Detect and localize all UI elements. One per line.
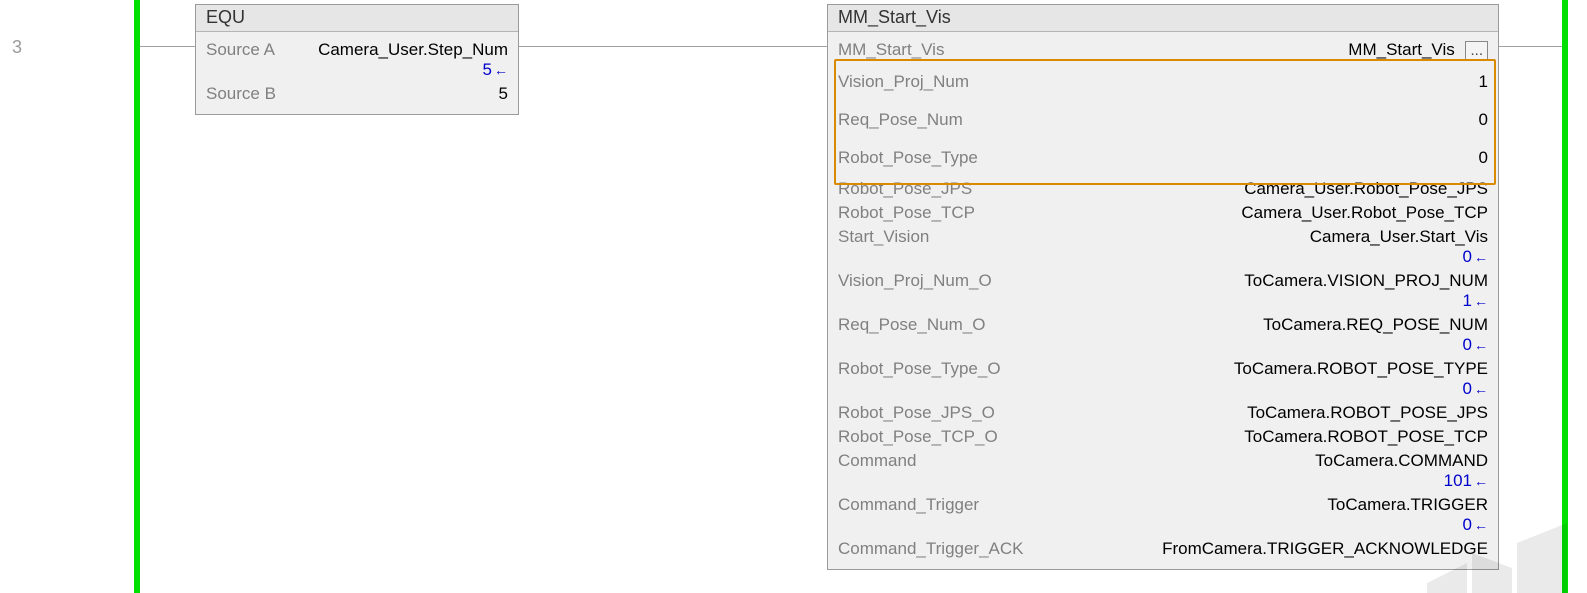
param-label: Req_Pose_Num_O <box>838 315 985 335</box>
equ-row-source-a[interactable]: Source A Camera_User.Step_Num <box>206 38 508 62</box>
mmsv-row[interactable]: Robot_Pose_Type 0 <box>838 139 1488 177</box>
param-value: Camera_User.Start_Vis <box>1310 227 1488 247</box>
param-label: Vision_Proj_Num <box>838 72 969 92</box>
arrow-left-icon: ← <box>1474 517 1488 533</box>
param-value: ToCamera.COMMAND <box>1315 451 1488 471</box>
mmsv-row[interactable]: Robot_Pose_JPS Camera_User.Robot_Pose_JPS <box>838 177 1488 201</box>
equ-block-body: Source A Camera_User.Step_Num 5 ← Source… <box>196 32 518 114</box>
param-label: Robot_Pose_JPS_O <box>838 403 995 423</box>
equ-instruction-block[interactable]: EQU Source A Camera_User.Step_Num 5 ← So… <box>195 4 519 115</box>
more-button[interactable]: ... <box>1465 41 1488 61</box>
arrow-left-icon: ← <box>1474 249 1488 265</box>
rung-wire <box>140 46 195 47</box>
param-label: MM_Start_Vis <box>838 40 944 60</box>
live-value: 0 <box>1463 515 1472 535</box>
live-value-row: 0← <box>838 379 1488 399</box>
param-value: 0 <box>1479 148 1488 168</box>
mmsv-row[interactable]: Start_Vision Camera_User.Start_Vis <box>838 225 1488 249</box>
mmsv-block-title: MM_Start_Vis <box>828 5 1498 32</box>
param-label: Robot_Pose_Type_O <box>838 359 1001 379</box>
equ-block-title: EQU <box>196 5 518 32</box>
equ-source-a-live: 5 ← <box>206 60 508 80</box>
param-value: ToCamera.VISION_PROJ_NUM <box>1244 271 1488 291</box>
param-value: ToCamera.TRIGGER <box>1327 495 1488 515</box>
arrow-left-icon: ← <box>1474 381 1488 397</box>
live-value: 0 <box>1463 247 1472 267</box>
param-value: Camera_User.Robot_Pose_JPS <box>1244 179 1488 199</box>
param-label: Start_Vision <box>838 227 929 247</box>
mmsv-row[interactable]: Command_Trigger_ACK FromCamera.TRIGGER_AC… <box>838 537 1488 561</box>
param-label: Command_Trigger_ACK <box>838 539 1024 559</box>
live-value-row: 0← <box>838 335 1488 355</box>
param-value: ToCamera.REQ_POSE_NUM <box>1263 315 1488 335</box>
mmsv-row[interactable]: Vision_Proj_Num_O ToCamera.VISION_PROJ_NU… <box>838 269 1488 293</box>
live-value: 0 <box>1463 335 1472 355</box>
power-rail-right <box>1562 0 1568 593</box>
equ-row-source-b[interactable]: Source B 5 <box>206 82 508 106</box>
param-label: Robot_Pose_TCP <box>838 203 975 223</box>
param-value: ToCamera.ROBOT_POSE_JPS <box>1247 403 1488 423</box>
param-value: 0 <box>1479 110 1488 130</box>
rung-wire <box>1497 46 1562 47</box>
live-value: 5 <box>483 60 492 80</box>
mmsv-row[interactable]: Vision_Proj_Num 1 <box>838 63 1488 101</box>
param-label: Req_Pose_Num <box>838 110 963 130</box>
mmsv-row[interactable]: Req_Pose_Num 0 <box>838 101 1488 139</box>
param-label: Source B <box>206 84 276 104</box>
mmsv-block-body: MM_Start_Vis MM_Start_Vis ... Vision_Pro… <box>828 32 1498 569</box>
param-label: Robot_Pose_Type <box>838 148 978 168</box>
arrow-left-icon: ← <box>1474 293 1488 309</box>
mmsv-row[interactable]: Robot_Pose_Type_O ToCamera.ROBOT_POSE_TYP… <box>838 357 1488 381</box>
live-value-row: 101← <box>838 471 1488 491</box>
live-value-row: 0← <box>838 515 1488 535</box>
param-label: Command <box>838 451 916 471</box>
param-label: Robot_Pose_JPS <box>838 179 972 199</box>
arrow-left-icon: ← <box>1474 337 1488 353</box>
mmsv-row[interactable]: Robot_Pose_TCP Camera_User.Robot_Pose_TCP <box>838 201 1488 225</box>
param-label: Source A <box>206 40 275 60</box>
param-value: ToCamera.ROBOT_POSE_TYPE <box>1234 359 1488 379</box>
mmsv-row[interactable]: Command ToCamera.COMMAND <box>838 449 1488 473</box>
param-value: Camera_User.Step_Num <box>318 40 508 60</box>
param-value: ToCamera.ROBOT_POSE_TCP <box>1244 427 1488 447</box>
rung-wire <box>517 46 827 47</box>
ladder-canvas: 3 EQU Source A Camera_User.Step_Num 5 ← … <box>0 0 1587 593</box>
power-rail-left <box>134 0 140 593</box>
arrow-left-icon: ← <box>1474 473 1488 489</box>
live-value: 0 <box>1463 379 1472 399</box>
param-value: FromCamera.TRIGGER_ACKNOWLEDGE <box>1162 539 1488 559</box>
live-value: 101 <box>1444 471 1472 491</box>
param-value: Camera_User.Robot_Pose_TCP <box>1241 203 1488 223</box>
param-label: Vision_Proj_Num_O <box>838 271 992 291</box>
param-label: Robot_Pose_TCP_O <box>838 427 998 447</box>
arrow-left-icon: ← <box>494 62 508 78</box>
param-value: MM_Start_Vis <box>1348 40 1454 59</box>
mmsv-row[interactable]: Robot_Pose_JPS_O ToCamera.ROBOT_POSE_JPS <box>838 401 1488 425</box>
mmsv-row-instance[interactable]: MM_Start_Vis MM_Start_Vis ... <box>838 38 1488 63</box>
rung-number: 3 <box>12 37 22 58</box>
mmsv-row[interactable]: Command_Trigger ToCamera.TRIGGER <box>838 493 1488 517</box>
mm-start-vis-instruction-block[interactable]: MM_Start_Vis MM_Start_Vis MM_Start_Vis .… <box>827 4 1499 570</box>
param-label: Command_Trigger <box>838 495 979 515</box>
mmsv-row[interactable]: Req_Pose_Num_O ToCamera.REQ_POSE_NUM <box>838 313 1488 337</box>
mmsv-row[interactable]: Robot_Pose_TCP_O ToCamera.ROBOT_POSE_TCP <box>838 425 1488 449</box>
live-value-row: 1← <box>838 291 1488 311</box>
param-value: 1 <box>1479 72 1488 92</box>
param-value: 5 <box>499 84 508 104</box>
live-value: 1 <box>1463 291 1472 311</box>
live-value-row: 0← <box>838 247 1488 267</box>
